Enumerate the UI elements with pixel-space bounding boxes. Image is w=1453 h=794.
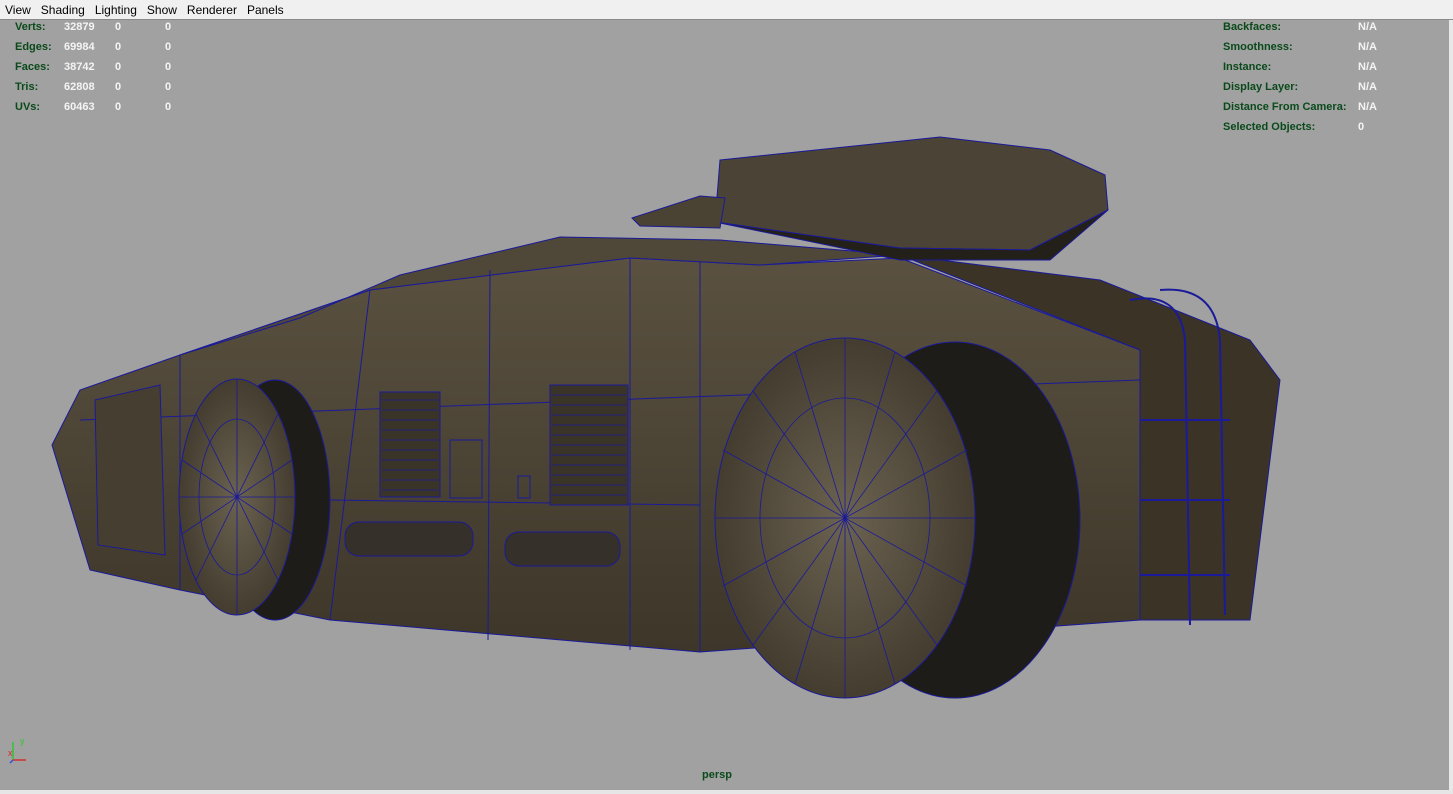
stat-value: 0 bbox=[165, 81, 172, 93]
info-value: N/A bbox=[1358, 81, 1377, 93]
info-label: Backfaces: bbox=[1223, 21, 1282, 33]
stat-tris: Tris: 62808 0 0 bbox=[15, 80, 215, 94]
info-distance-from-camera: Distance From Camera: N/A bbox=[1223, 100, 1423, 114]
camera-name-label: persp bbox=[702, 769, 732, 781]
info-label: Distance From Camera: bbox=[1223, 101, 1347, 113]
stat-label: Tris: bbox=[15, 81, 39, 93]
info-value: 0 bbox=[1358, 121, 1365, 133]
info-label: Instance: bbox=[1223, 61, 1272, 73]
stat-value: 62808 bbox=[64, 81, 95, 93]
stat-value: 0 bbox=[165, 61, 172, 73]
info-display-layer: Display Layer: N/A bbox=[1223, 80, 1423, 94]
axis-x-label: x bbox=[8, 748, 13, 758]
menu-view[interactable]: View bbox=[0, 0, 36, 20]
stat-value: 0 bbox=[165, 21, 172, 33]
object-info-hud: Backfaces: N/A Smoothness: N/A Instance:… bbox=[1223, 20, 1423, 140]
info-label: Smoothness: bbox=[1223, 41, 1293, 53]
axis-gizmo-icon: y x bbox=[8, 736, 26, 764]
stat-value: 0 bbox=[115, 61, 122, 73]
stat-value: 60463 bbox=[64, 101, 95, 113]
stat-label: UVs: bbox=[15, 101, 41, 113]
stat-label: Edges: bbox=[15, 41, 52, 53]
stat-edges: Edges: 69984 0 0 bbox=[15, 40, 215, 54]
info-value: N/A bbox=[1358, 41, 1377, 53]
stat-value: 32879 bbox=[64, 21, 95, 33]
info-smoothness: Smoothness: N/A bbox=[1223, 40, 1423, 54]
info-instance: Instance: N/A bbox=[1223, 60, 1423, 74]
stat-value: 38742 bbox=[64, 61, 95, 73]
3d-viewport[interactable]: Verts: 32879 0 0 Edges: 69984 0 0 Faces:… bbox=[0, 20, 1453, 790]
stat-faces: Faces: 38742 0 0 bbox=[15, 60, 215, 74]
info-value: N/A bbox=[1358, 101, 1377, 113]
menu-renderer[interactable]: Renderer bbox=[182, 0, 242, 20]
stat-verts: Verts: 32879 0 0 bbox=[15, 20, 215, 34]
stat-label: Faces: bbox=[15, 61, 50, 73]
stat-uvs: UVs: 60463 0 0 bbox=[15, 100, 215, 114]
stat-value: 0 bbox=[115, 21, 122, 33]
viewport-bottom-border bbox=[0, 790, 1453, 794]
menu-panels[interactable]: Panels bbox=[242, 0, 289, 20]
info-selected-objects: Selected Objects: 0 bbox=[1223, 120, 1423, 134]
stat-value: 0 bbox=[115, 41, 122, 53]
stat-value: 0 bbox=[115, 101, 122, 113]
stat-value: 0 bbox=[165, 41, 172, 53]
info-value: N/A bbox=[1358, 21, 1377, 33]
menu-show[interactable]: Show bbox=[142, 0, 182, 20]
info-backfaces: Backfaces: N/A bbox=[1223, 20, 1423, 34]
viewport-menubar: View Shading Lighting Show Renderer Pane… bbox=[0, 0, 1453, 20]
info-label: Selected Objects: bbox=[1223, 121, 1316, 133]
stat-value: 69984 bbox=[64, 41, 95, 53]
poly-count-hud: Verts: 32879 0 0 Edges: 69984 0 0 Faces:… bbox=[15, 20, 215, 120]
menu-lighting[interactable]: Lighting bbox=[90, 0, 142, 20]
stat-label: Verts: bbox=[15, 21, 46, 33]
stat-value: 0 bbox=[165, 101, 172, 113]
info-label: Display Layer: bbox=[1223, 81, 1299, 93]
info-value: N/A bbox=[1358, 61, 1377, 73]
axis-y-label: y bbox=[20, 736, 25, 746]
menu-shading[interactable]: Shading bbox=[36, 0, 90, 20]
stat-value: 0 bbox=[115, 81, 122, 93]
